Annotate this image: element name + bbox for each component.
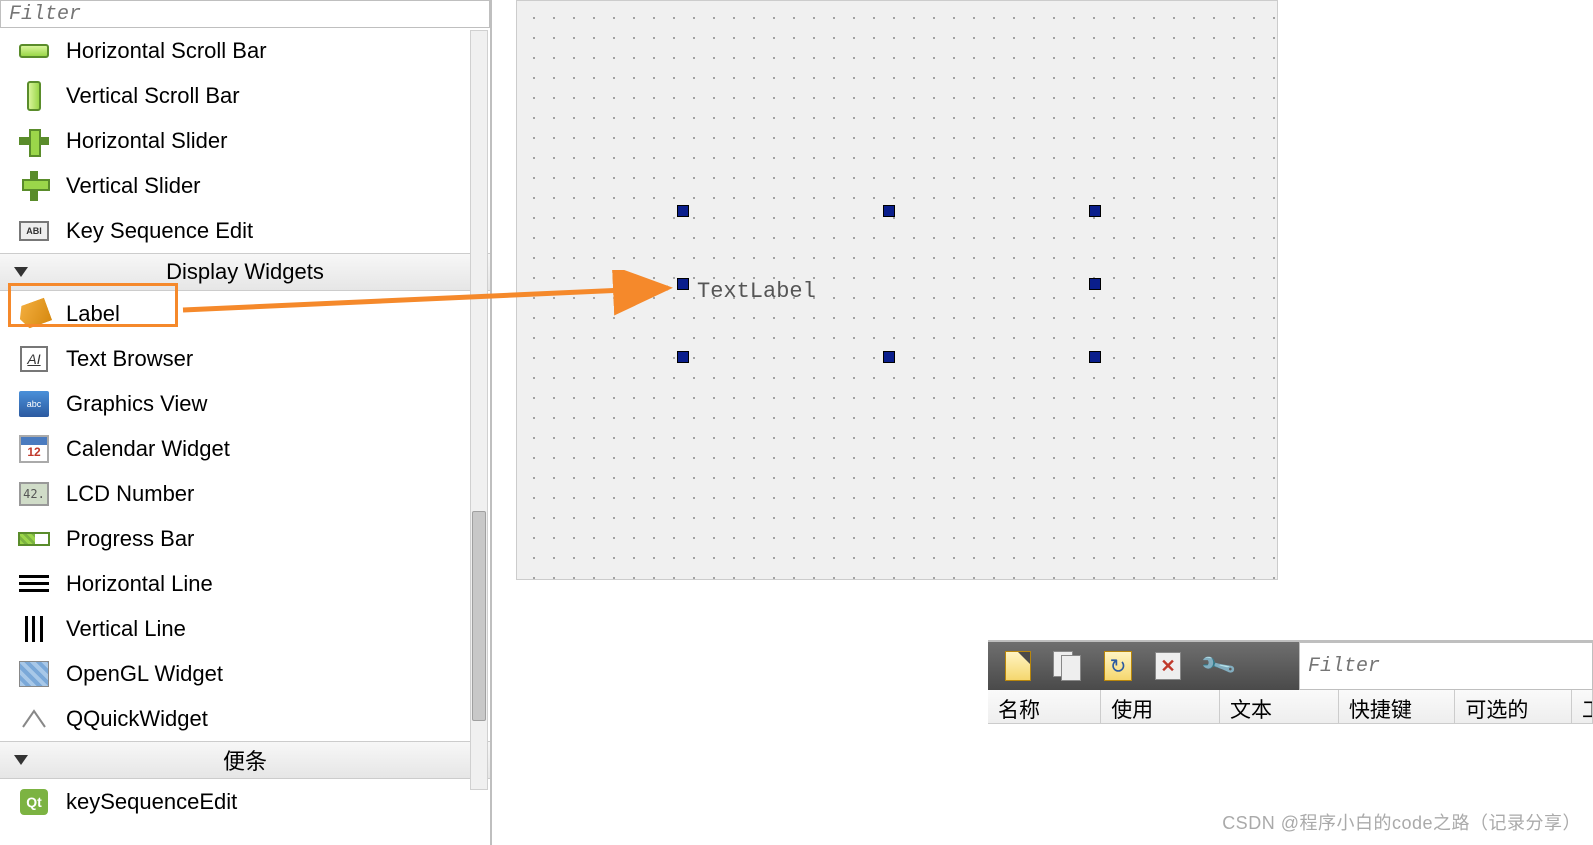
new-action-icon[interactable] [1002,650,1034,682]
resize-handle-icon[interactable] [883,205,895,217]
action-table-header: 名称 使用 文本 快捷键 可选的 工具提 [988,690,1593,724]
widget-item-lcd-number[interactable]: 42. LCD Number [0,471,490,516]
column-tooltip[interactable]: 工具提 [1572,690,1593,723]
qquickwidget-icon [16,701,52,737]
resize-handle-icon[interactable] [1089,278,1101,290]
widget-item-progress-bar[interactable]: Progress Bar [0,516,490,561]
graphics-view-icon: abc [16,386,52,422]
opengl-widget-icon [16,656,52,692]
widget-list: Horizontal Scroll Bar Vertical Scroll Ba… [0,28,490,845]
widget-label: OpenGL Widget [66,661,223,687]
widget-label: Text Browser [66,346,193,372]
widget-label: keySequenceEdit [66,789,237,815]
progress-bar-icon [16,521,52,557]
horizontal-scroll-bar-icon [16,33,52,69]
resize-handle-icon[interactable] [677,205,689,217]
resize-handle-icon[interactable] [677,351,689,363]
column-text[interactable]: 文本 [1220,690,1339,723]
watermark-text: CSDN @程序小白的code之路（记录分享） [1222,809,1581,835]
widget-label: Calendar Widget [66,436,230,462]
widget-item-opengl-widget[interactable]: OpenGL Widget [0,651,490,696]
category-label: Display Widgets [166,259,324,285]
resize-handle-icon[interactable] [1089,351,1101,363]
text-browser-icon: AI [16,341,52,377]
form-designer-area: TextLabel ↻ ✕ 🔧 名称 使用 文本 快捷键 可选的 工具提 [494,0,1593,845]
widget-item-graphics-view[interactable]: abc Graphics View [0,381,490,426]
widget-label: LCD Number [66,481,194,507]
vertical-slider-icon [16,168,52,204]
resize-handle-icon[interactable] [677,278,689,290]
widget-filter-input[interactable] [0,0,490,28]
vertical-scroll-bar-icon [16,78,52,114]
widget-label: QQuickWidget [66,706,208,732]
widget-label: Horizontal Slider [66,128,227,154]
widget-item-vertical-slider[interactable]: Vertical Slider [0,163,490,208]
delete-action-icon[interactable]: ✕ [1152,650,1184,682]
widget-label: Horizontal Scroll Bar [66,38,267,64]
vertical-line-icon [16,611,52,647]
category-label: 便条 [223,744,267,776]
widget-label: Graphics View [66,391,207,417]
widget-list-scrollbar[interactable] [470,30,488,790]
collapse-triangle-icon [14,267,28,277]
lcd-number-icon: 42. [16,476,52,512]
widget-label: Key Sequence Edit [66,218,253,244]
horizontal-slider-icon [16,123,52,159]
widget-item-horizontal-slider[interactable]: Horizontal Slider [0,118,490,163]
form-canvas[interactable]: TextLabel [516,0,1278,580]
action-filter-input[interactable] [1308,655,1584,678]
qt-icon: Qt [16,784,52,820]
widget-item-qquickwidget[interactable]: QQuickWidget [0,696,490,741]
widget-item-label[interactable]: Label [0,291,490,336]
action-toolbar: ↻ ✕ 🔧 [988,642,1593,690]
widget-item-calendar-widget[interactable]: Calendar Widget [0,426,490,471]
category-display-widgets[interactable]: Display Widgets [0,253,490,291]
widget-label: Vertical Line [66,616,186,642]
key-sequence-edit-icon: ABI [16,213,52,249]
resize-handle-icon[interactable] [883,351,895,363]
widget-item-keysequenceedit[interactable]: Qt keySequenceEdit [0,779,490,824]
horizontal-line-icon [16,566,52,602]
action-filter-wrap [1299,642,1593,690]
refresh-action-icon[interactable]: ↻ [1102,650,1134,682]
calendar-icon [16,431,52,467]
column-shortcut[interactable]: 快捷键 [1339,690,1456,723]
label-widget-text: TextLabel [697,279,816,304]
resize-handle-icon[interactable] [1089,205,1101,217]
widget-item-vertical-scroll-bar[interactable]: Vertical Scroll Bar [0,73,490,118]
widget-label: Label [66,301,120,327]
widget-item-text-browser[interactable]: AI Text Browser [0,336,490,381]
widget-label: Vertical Scroll Bar [66,83,240,109]
widget-item-horizontal-line[interactable]: Horizontal Line [0,561,490,606]
column-checkable[interactable]: 可选的 [1455,690,1572,723]
widget-item-vertical-line[interactable]: Vertical Line [0,606,490,651]
label-icon [16,296,52,332]
widget-label: Progress Bar [66,526,194,552]
widget-label: Vertical Slider [66,173,201,199]
widget-label: Horizontal Line [66,571,213,597]
copy-action-icon[interactable] [1052,650,1084,682]
category-scratch[interactable]: 便条 [0,741,490,779]
widget-item-horizontal-scroll-bar[interactable]: Horizontal Scroll Bar [0,28,490,73]
widget-item-key-sequence-edit[interactable]: ABI Key Sequence Edit [0,208,490,253]
configure-icon[interactable]: 🔧 [1202,650,1234,682]
column-name[interactable]: 名称 [988,690,1101,723]
collapse-triangle-icon [14,755,28,765]
column-used[interactable]: 使用 [1101,690,1220,723]
widget-box-panel: Horizontal Scroll Bar Vertical Scroll Ba… [0,0,492,845]
scrollbar-thumb[interactable] [472,511,486,721]
